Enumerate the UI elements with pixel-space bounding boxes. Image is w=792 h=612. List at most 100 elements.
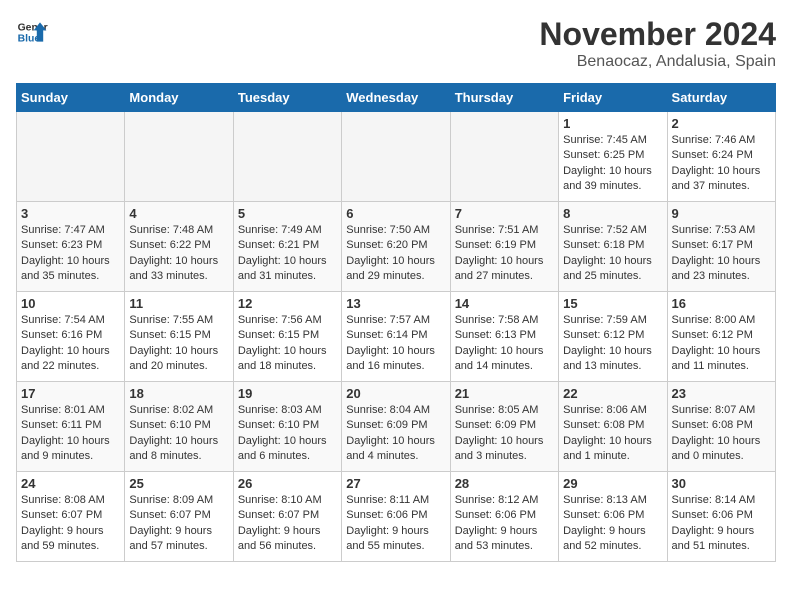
calendar-cell [233,112,341,202]
day-info: Sunrise: 7:45 AM Sunset: 6:25 PM Dayligh… [563,133,662,195]
weekday-header-wednesday: Wednesday [342,84,450,112]
day-info: Sunrise: 8:12 AM Sunset: 6:06 PM Dayligh… [455,493,554,555]
day-info: Sunrise: 8:04 AM Sunset: 6:09 PM Dayligh… [346,403,445,465]
calendar-cell: 28 Sunrise: 8:12 AM Sunset: 6:06 PM Dayli… [450,472,558,562]
header: General Blue November 2024 Benaocaz, And… [16,16,776,71]
weekday-header-sunday: Sunday [17,84,125,112]
calendar-cell: 21Sunrise: 8:05 AM Sunset: 6:09 PM Dayli… [450,382,558,472]
day-info: Sunrise: 8:08 AM Sunset: 6:07 PM Dayligh… [21,493,120,555]
day-info: Sunrise: 7:54 AM Sunset: 6:16 PM Dayligh… [21,313,120,375]
calendar-cell: 29 Sunrise: 8:13 AM Sunset: 6:06 PM Dayli… [559,472,667,562]
logo: General Blue [16,16,48,48]
weekday-header-saturday: Saturday [667,84,775,112]
day-info: Sunrise: 7:53 AM Sunset: 6:17 PM Dayligh… [672,223,771,285]
location-title: Benaocaz, Andalusia, Spain [539,53,776,71]
calendar-cell: 14 Sunrise: 7:58 AM Sunset: 6:13 PM Dayli… [450,292,558,382]
weekday-header-friday: Friday [559,84,667,112]
calendar-cell: 20 Sunrise: 8:04 AM Sunset: 6:09 PM Dayli… [342,382,450,472]
day-info: Sunrise: 7:52 AM Sunset: 6:18 PM Dayligh… [563,223,662,285]
day-number: 16 [672,296,771,311]
calendar-cell: 22 Sunrise: 8:06 AM Sunset: 6:08 PM Dayli… [559,382,667,472]
day-info: Sunrise: 7:57 AM Sunset: 6:14 PM Dayligh… [346,313,445,375]
calendar-cell: 12 Sunrise: 7:56 AM Sunset: 6:15 PM Dayli… [233,292,341,382]
day-info: Sunrise: 8:00 AM Sunset: 6:12 PM Dayligh… [672,313,771,375]
calendar-cell: 8 Sunrise: 7:52 AM Sunset: 6:18 PM Daylig… [559,202,667,292]
day-info: Sunrise: 8:01 AM Sunset: 6:11 PM Dayligh… [21,403,120,465]
day-info: Sunrise: 8:13 AM Sunset: 6:06 PM Dayligh… [563,493,662,555]
day-info: Sunrise: 7:56 AM Sunset: 6:15 PM Dayligh… [238,313,337,375]
calendar-cell: 17 Sunrise: 8:01 AM Sunset: 6:11 PM Dayli… [17,382,125,472]
day-number: 28 [455,476,554,491]
day-number: 14 [455,296,554,311]
day-number: 19 [238,386,337,401]
day-number: 4 [129,206,228,221]
title-area: November 2024 Benaocaz, Andalusia, Spain [539,16,776,71]
day-info: Sunrise: 8:03 AM Sunset: 6:10 PM Dayligh… [238,403,337,465]
day-info: Sunrise: 8:10 AM Sunset: 6:07 PM Dayligh… [238,493,337,555]
day-number: 21 [455,386,554,401]
day-number: 29 [563,476,662,491]
day-number: 7 [455,206,554,221]
day-number: 30 [672,476,771,491]
day-info: Sunrise: 7:50 AM Sunset: 6:20 PM Dayligh… [346,223,445,285]
day-number: 1 [563,116,662,131]
day-info: Sunrise: 7:46 AM Sunset: 6:24 PM Dayligh… [672,133,771,195]
month-title: November 2024 [539,16,776,53]
day-number: 5 [238,206,337,221]
calendar-cell: 16 Sunrise: 8:00 AM Sunset: 6:12 PM Dayli… [667,292,775,382]
calendar-cell [342,112,450,202]
calendar-cell: 6Sunrise: 7:50 AM Sunset: 6:20 PM Daylig… [342,202,450,292]
day-number: 20 [346,386,445,401]
day-number: 17 [21,386,120,401]
calendar-cell: 10 Sunrise: 7:54 AM Sunset: 6:16 PM Dayli… [17,292,125,382]
day-info: Sunrise: 8:02 AM Sunset: 6:10 PM Dayligh… [129,403,228,465]
calendar-cell: 13 Sunrise: 7:57 AM Sunset: 6:14 PM Dayli… [342,292,450,382]
day-info: Sunrise: 7:48 AM Sunset: 6:22 PM Dayligh… [129,223,228,285]
day-info: Sunrise: 7:47 AM Sunset: 6:23 PM Dayligh… [21,223,120,285]
weekday-header-thursday: Thursday [450,84,558,112]
day-info: Sunrise: 7:51 AM Sunset: 6:19 PM Dayligh… [455,223,554,285]
calendar-cell [450,112,558,202]
calendar-cell: 19 Sunrise: 8:03 AM Sunset: 6:10 PM Dayli… [233,382,341,472]
day-number: 12 [238,296,337,311]
day-info: Sunrise: 8:07 AM Sunset: 6:08 PM Dayligh… [672,403,771,465]
calendar-cell: 26 Sunrise: 8:10 AM Sunset: 6:07 PM Dayli… [233,472,341,562]
day-number: 9 [672,206,771,221]
day-number: 10 [21,296,120,311]
day-number: 27 [346,476,445,491]
logo-icon: General Blue [16,16,48,48]
day-number: 8 [563,206,662,221]
day-info: Sunrise: 8:06 AM Sunset: 6:08 PM Dayligh… [563,403,662,465]
day-number: 15 [563,296,662,311]
calendar-cell: 5 Sunrise: 7:49 AM Sunset: 6:21 PM Daylig… [233,202,341,292]
day-info: Sunrise: 8:09 AM Sunset: 6:07 PM Dayligh… [129,493,228,555]
calendar-cell: 11Sunrise: 7:55 AM Sunset: 6:15 PM Dayli… [125,292,233,382]
calendar-cell: 24 Sunrise: 8:08 AM Sunset: 6:07 PM Dayli… [17,472,125,562]
calendar-cell: 9 Sunrise: 7:53 AM Sunset: 6:17 PM Daylig… [667,202,775,292]
weekday-header-tuesday: Tuesday [233,84,341,112]
day-number: 3 [21,206,120,221]
day-number: 18 [129,386,228,401]
day-number: 13 [346,296,445,311]
calendar-cell: 27 Sunrise: 8:11 AM Sunset: 6:06 PM Dayli… [342,472,450,562]
calendar-cell: 25Sunrise: 8:09 AM Sunset: 6:07 PM Dayli… [125,472,233,562]
calendar-table: SundayMondayTuesdayWednesdayThursdayFrid… [16,83,776,562]
calendar-cell: 30 Sunrise: 8:14 AM Sunset: 6:06 PM Dayli… [667,472,775,562]
day-number: 24 [21,476,120,491]
calendar-cell: 23Sunrise: 8:07 AM Sunset: 6:08 PM Dayli… [667,382,775,472]
day-info: Sunrise: 7:49 AM Sunset: 6:21 PM Dayligh… [238,223,337,285]
day-number: 22 [563,386,662,401]
calendar-cell: 3 Sunrise: 7:47 AM Sunset: 6:23 PM Daylig… [17,202,125,292]
day-number: 26 [238,476,337,491]
calendar-cell: 2 Sunrise: 7:46 AM Sunset: 6:24 PM Daylig… [667,112,775,202]
day-info: Sunrise: 7:58 AM Sunset: 6:13 PM Dayligh… [455,313,554,375]
calendar-cell: 18 Sunrise: 8:02 AM Sunset: 6:10 PM Dayli… [125,382,233,472]
weekday-header-monday: Monday [125,84,233,112]
day-number: 2 [672,116,771,131]
day-info: Sunrise: 7:59 AM Sunset: 6:12 PM Dayligh… [563,313,662,375]
calendar-cell: 1 Sunrise: 7:45 AM Sunset: 6:25 PM Daylig… [559,112,667,202]
calendar-cell: 7 Sunrise: 7:51 AM Sunset: 6:19 PM Daylig… [450,202,558,292]
day-info: Sunrise: 8:11 AM Sunset: 6:06 PM Dayligh… [346,493,445,555]
calendar-cell: 4 Sunrise: 7:48 AM Sunset: 6:22 PM Daylig… [125,202,233,292]
day-info: Sunrise: 8:14 AM Sunset: 6:06 PM Dayligh… [672,493,771,555]
